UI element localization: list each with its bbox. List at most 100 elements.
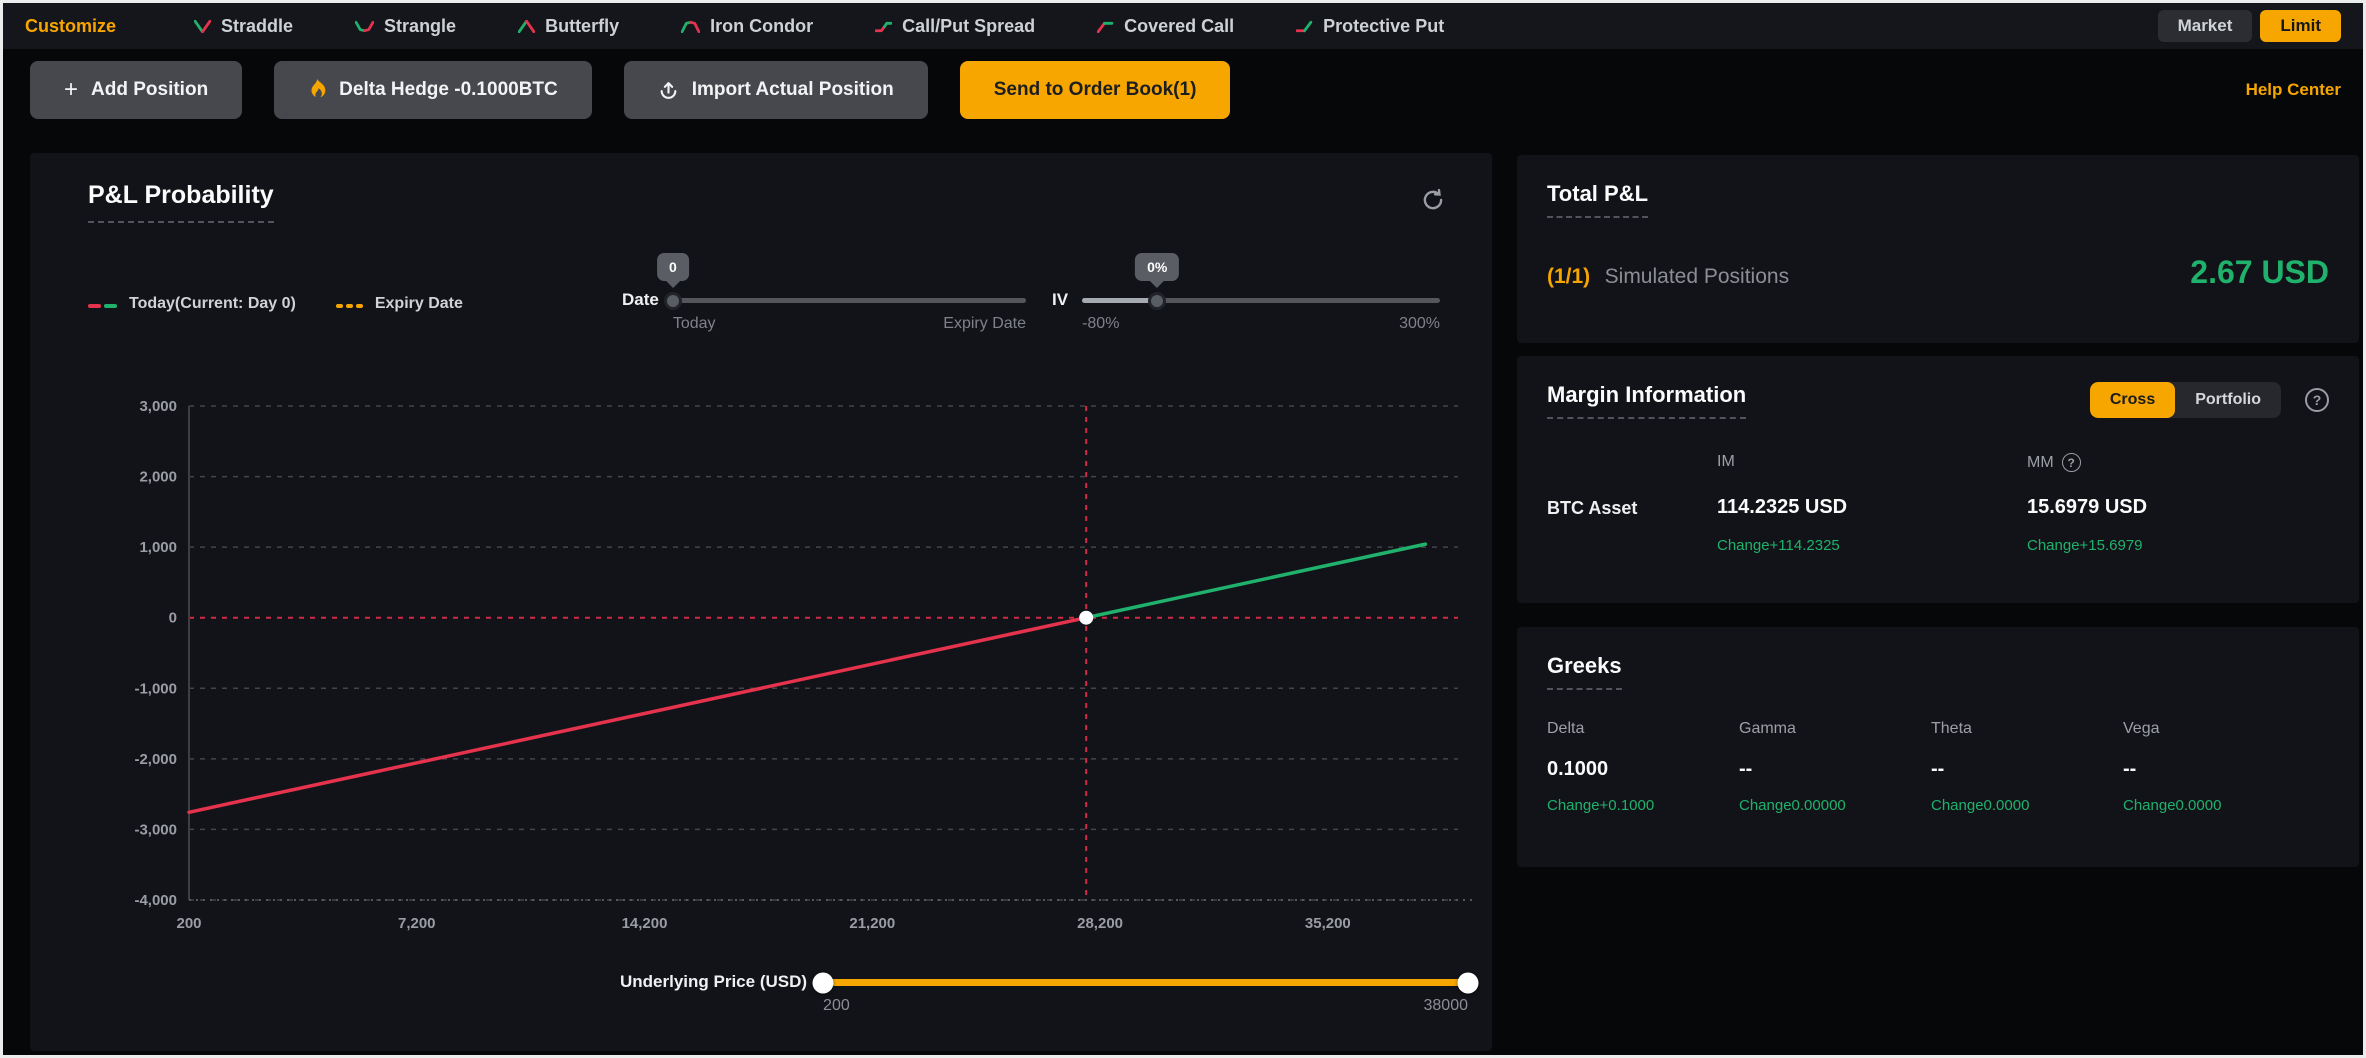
price-min-label: 200 [823, 997, 850, 1015]
plus-icon: + [64, 78, 78, 102]
date-slider: Date 0 Today Expiry Date [622, 289, 1026, 333]
nav-item-protective-put[interactable]: Protective Put [1296, 16, 1444, 37]
call-put-spread-icon [875, 20, 892, 33]
svg-text:200: 200 [176, 915, 201, 932]
send-order-button[interactable]: Send to Order Book(1) [960, 61, 1231, 119]
nav-item-strangle[interactable]: Strangle [355, 16, 456, 37]
date-min-label: Today [673, 315, 716, 333]
svg-text:21,200: 21,200 [849, 915, 895, 932]
greeks-title: Greeks [1547, 653, 1622, 690]
pnl-probability-panel: P&L Probability Today(Current: Day 0) Ex… [30, 153, 1492, 1051]
iv-slider-track[interactable]: 0% [1082, 298, 1440, 303]
pnl-chart: 3,000 2,000 1,000 0 -1,000 -2,000 -3,000 -4,000… [30, 153, 1492, 1051]
strategy-nav: Customize Straddle Strangle Butterfly Ir… [3, 3, 2363, 49]
iv-slider: IV 0% -80% 300% [1052, 289, 1440, 333]
legend-expiry-swatch [336, 295, 363, 313]
greek-delta-value: 0.1000 [1547, 758, 1739, 781]
date-slider-track[interactable]: 0 [673, 298, 1026, 303]
legend-today: Today(Current: Day 0) [88, 295, 296, 313]
toolbar: + Add Position Delta Hedge -0.1000BTC Im… [30, 61, 2341, 119]
strangle-icon [355, 20, 374, 33]
greek-gamma-change: Change0.00000 [1739, 797, 1931, 814]
add-position-button[interactable]: + Add Position [30, 61, 242, 119]
margin-card: Margin Information Cross Portfolio ? IM … [1517, 356, 2359, 603]
im-change: Change+114.2325 [1717, 537, 2027, 554]
protective-put-icon [1296, 20, 1313, 33]
legend-expiry: Expiry Date [336, 295, 463, 313]
asset-label: BTC Asset [1547, 498, 1717, 519]
cross-tab[interactable]: Cross [2090, 382, 2175, 418]
nav-item-iron-condor[interactable]: Iron Condor [681, 16, 813, 37]
greek-gamma-name: Gamma [1739, 720, 1931, 738]
limit-button[interactable]: Limit [2260, 10, 2341, 42]
svg-text:1,000: 1,000 [139, 539, 177, 556]
greek-theta-name: Theta [1931, 720, 2123, 738]
greek-vega-value: -- [2123, 758, 2315, 781]
delta-hedge-button[interactable]: Delta Hedge -0.1000BTC [274, 61, 592, 119]
margin-title: Margin Information [1547, 382, 1746, 419]
mm-header: MM? [2027, 453, 2329, 472]
import-position-button[interactable]: Import Actual Position [624, 61, 928, 119]
iv-min-label: -80% [1082, 315, 1119, 333]
nav-item-call-put-spread[interactable]: Call/Put Spread [875, 16, 1035, 37]
svg-text:-2,000: -2,000 [134, 751, 177, 768]
mm-change: Change+15.6979 [2027, 537, 2329, 554]
im-value: 114.2325 USD [1717, 496, 2027, 519]
iv-max-label: 300% [1399, 315, 1440, 333]
svg-text:0: 0 [169, 610, 177, 627]
greek-gamma-value: -- [1739, 758, 1931, 781]
margin-mode-toggle: Cross Portfolio [2090, 382, 2281, 418]
greek-theta-change: Change0.0000 [1931, 797, 2123, 814]
positions-count: (1/1) [1547, 265, 1590, 288]
nav-item-label: Customize [25, 16, 116, 37]
help-center-link[interactable]: Help Center [2246, 80, 2341, 100]
greeks-card: Greeks Delta Gamma Theta Vega 0.1000 -- … [1517, 627, 2359, 867]
date-slider-tooltip: 0 [657, 253, 689, 281]
total-pnl-value: 2.67 USD [2190, 254, 2329, 291]
greek-vega-change: Change0.0000 [2123, 797, 2315, 814]
positions-label: Simulated Positions [1605, 265, 1789, 288]
svg-text:-3,000: -3,000 [134, 821, 177, 838]
total-pnl-card: Total P&L (1/1) Simulated Positions 2.67… [1517, 155, 2359, 343]
nav-item-customize[interactable]: Customize [25, 16, 116, 37]
nav-item-covered-call[interactable]: Covered Call [1097, 16, 1234, 37]
price-handle-max[interactable] [1458, 972, 1479, 993]
svg-text:3,000: 3,000 [139, 398, 177, 415]
iv-slider-tooltip: 0% [1135, 253, 1179, 281]
svg-text:28,200: 28,200 [1077, 915, 1123, 932]
upload-icon [658, 80, 679, 101]
date-max-label: Expiry Date [943, 315, 1026, 333]
nav-item-straddle[interactable]: Straddle [194, 16, 293, 37]
nav-item-butterfly[interactable]: Butterfly [518, 16, 619, 37]
svg-text:-1,000: -1,000 [134, 680, 177, 697]
mm-value: 15.6979 USD [2027, 496, 2329, 519]
greek-delta-name: Delta [1547, 720, 1739, 738]
price-slider: Underlying Price (USD) 200 38000 [620, 971, 1468, 1015]
iron-condor-icon [681, 20, 700, 33]
greek-theta-value: -- [1931, 758, 2123, 781]
mm-help-icon[interactable]: ? [2062, 453, 2081, 472]
butterfly-icon [518, 20, 535, 33]
svg-text:7,200: 7,200 [398, 915, 436, 932]
im-header: IM [1717, 453, 2027, 471]
total-pnl-title: Total P&L [1547, 181, 1648, 218]
svg-text:14,200: 14,200 [622, 915, 668, 932]
price-max-label: 38000 [1424, 997, 1469, 1015]
margin-help-icon[interactable]: ? [2305, 388, 2329, 412]
svg-text:35,200: 35,200 [1305, 915, 1351, 932]
pnl-legend: Today(Current: Day 0) Expiry Date [88, 295, 463, 313]
legend-today-swatch [88, 295, 117, 313]
fire-icon [308, 79, 326, 101]
greek-vega-name: Vega [2123, 720, 2315, 738]
price-slider-track[interactable] [823, 979, 1468, 986]
straddle-icon [194, 20, 211, 33]
order-type-toggle: Market Limit [2158, 10, 2341, 42]
options-strategy-page: Customize Straddle Strangle Butterfly Ir… [0, 0, 2366, 1058]
price-handle-min[interactable] [813, 972, 834, 993]
greek-delta-change: Change+0.1000 [1547, 797, 1739, 814]
market-button[interactable]: Market [2158, 10, 2253, 42]
svg-text:-4,000: -4,000 [134, 892, 177, 909]
covered-call-icon [1097, 20, 1114, 33]
svg-text:2,000: 2,000 [139, 469, 177, 486]
portfolio-tab[interactable]: Portfolio [2175, 382, 2281, 418]
